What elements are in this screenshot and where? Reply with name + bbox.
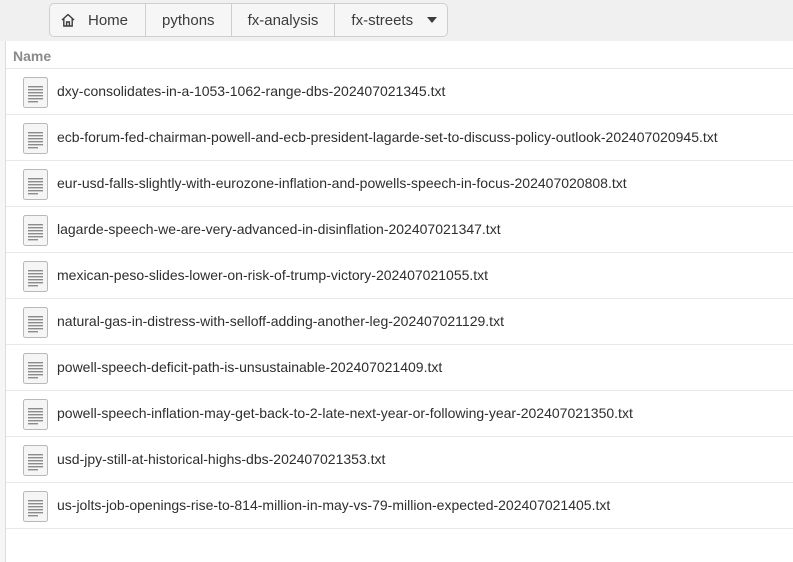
file-row[interactable]: dxy-consolidates-in-a-1053-1062-range-db… xyxy=(6,69,793,115)
text-file-icon xyxy=(23,261,48,292)
breadcrumb-fx-streets-label: fx-streets xyxy=(351,11,414,29)
home-icon xyxy=(60,12,76,28)
text-file-icon xyxy=(23,77,48,108)
text-file-icon xyxy=(23,445,48,476)
file-row[interactable]: usd-jpy-still-at-historical-highs-dbs-20… xyxy=(6,437,793,483)
file-row[interactable]: lagarde-speech-we-are-very-advanced-in-d… xyxy=(6,207,793,253)
file-row[interactable]: powell-speech-deficit-path-is-unsustaina… xyxy=(6,345,793,391)
breadcrumb-fx-analysis[interactable]: fx-analysis xyxy=(232,4,336,36)
text-file-icon xyxy=(23,399,48,430)
file-name: us-jolts-job-openings-rise-to-814-millio… xyxy=(57,497,611,513)
file-name: mexican-peso-slides-lower-on-risk-of-tru… xyxy=(57,267,489,283)
file-name: usd-jpy-still-at-historical-highs-dbs-20… xyxy=(57,451,386,467)
name-column-header[interactable]: Name xyxy=(6,42,793,69)
file-row[interactable]: natural-gas-in-distress-with-selloff-add… xyxy=(6,299,793,345)
text-file-icon xyxy=(23,307,48,338)
text-file-icon xyxy=(23,353,48,384)
breadcrumb-home[interactable]: Home xyxy=(50,4,147,36)
file-row[interactable]: eur-usd-falls-slightly-with-eurozone-inf… xyxy=(6,161,793,207)
file-name: powell-speech-inflation-may-get-back-to-… xyxy=(57,405,633,421)
breadcrumb-fx-streets[interactable]: fx-streets xyxy=(335,4,447,36)
file-row[interactable]: us-jolts-job-openings-rise-to-814-millio… xyxy=(6,483,793,529)
name-column-label: Name xyxy=(13,48,52,64)
breadcrumb-pythons[interactable]: pythons xyxy=(146,4,232,36)
file-name: ecb-forum-fed-chairman-powell-and-ecb-pr… xyxy=(57,129,718,145)
file-name: powell-speech-deficit-path-is-unsustaina… xyxy=(57,359,443,375)
file-name: dxy-consolidates-in-a-1053-1062-range-db… xyxy=(57,83,446,99)
file-row[interactable]: ecb-forum-fed-chairman-powell-and-ecb-pr… xyxy=(6,115,793,161)
breadcrumb-home-label: Home xyxy=(88,11,129,29)
file-row[interactable]: mexican-peso-slides-lower-on-risk-of-tru… xyxy=(6,253,793,299)
text-file-icon xyxy=(23,491,48,522)
text-file-icon xyxy=(23,169,48,200)
file-name: lagarde-speech-we-are-very-advanced-in-d… xyxy=(57,221,501,237)
file-name: natural-gas-in-distress-with-selloff-add… xyxy=(57,313,504,329)
chevron-down-icon[interactable] xyxy=(427,17,438,23)
file-manager-window: Home pythons fx-analysis fx-streets Name… xyxy=(0,0,793,562)
file-name: eur-usd-falls-slightly-with-eurozone-inf… xyxy=(57,175,627,191)
text-file-icon xyxy=(23,215,48,246)
breadcrumb: Home pythons fx-analysis fx-streets xyxy=(49,3,449,37)
file-row[interactable]: powell-speech-inflation-may-get-back-to-… xyxy=(6,391,793,437)
text-file-icon xyxy=(23,123,48,154)
file-list: dxy-consolidates-in-a-1053-1062-range-db… xyxy=(6,69,793,529)
